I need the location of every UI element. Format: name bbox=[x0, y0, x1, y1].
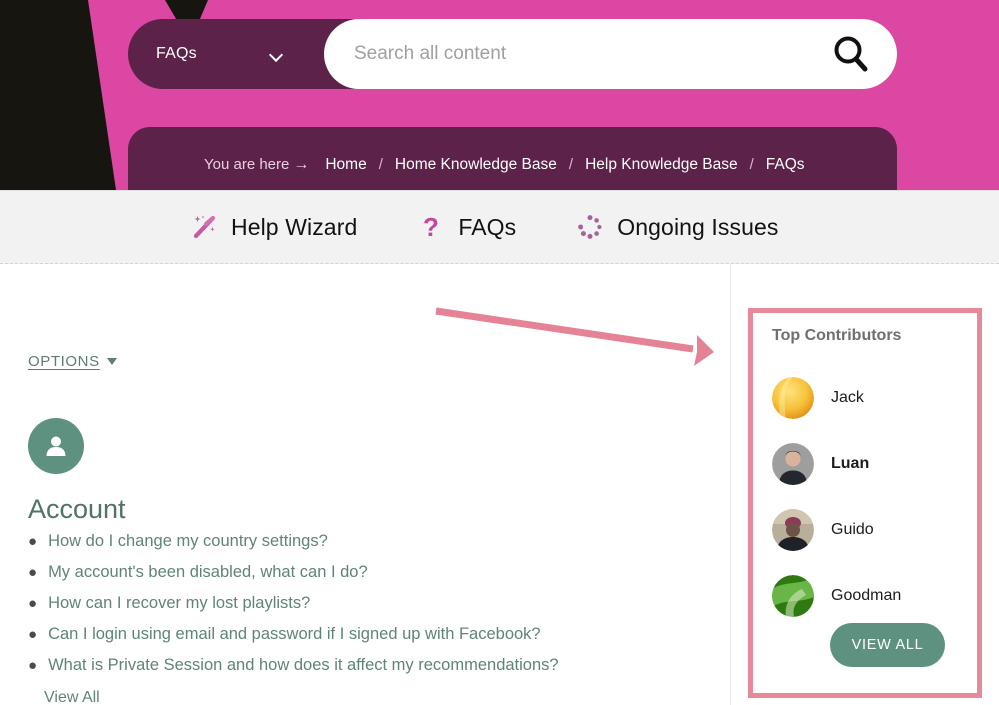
bullet-icon: ● bbox=[28, 626, 38, 643]
breadcrumb-separator: / bbox=[568, 156, 574, 173]
tab-faqs[interactable]: ? FAQs bbox=[417, 213, 516, 241]
top-contributors-panel: Top Contributors Jack Luan Guido Goodman… bbox=[748, 308, 982, 698]
tab-label: Help Wizard bbox=[231, 213, 358, 240]
account-category-icon bbox=[28, 418, 84, 474]
options-dropdown[interactable]: OPTIONS bbox=[28, 353, 117, 370]
faq-link: What is Private Session and how does it … bbox=[48, 656, 559, 674]
contributor-name: Luan bbox=[831, 455, 870, 472]
breadcrumb-arrow-icon: → bbox=[293, 155, 310, 173]
contributor-name: Jack bbox=[831, 389, 864, 406]
tab-ongoing-issues[interactable]: Ongoing Issues bbox=[576, 213, 778, 241]
dotted-spinner-icon bbox=[578, 215, 602, 239]
breadcrumb-item-faqs[interactable]: FAQs bbox=[766, 156, 805, 174]
list-item[interactable]: Goodman bbox=[772, 563, 968, 629]
options-label: OPTIONS bbox=[28, 353, 100, 370]
search-scope-label: FAQs bbox=[156, 45, 197, 62]
breadcrumb-prefix: You are here bbox=[204, 156, 290, 173]
section-tab-bar: Help Wizard ? FAQs Ongoing Issues bbox=[0, 190, 999, 264]
magic-wand-icon bbox=[193, 215, 216, 239]
view-all-contributors-button[interactable]: VIEW ALL bbox=[830, 623, 945, 667]
contributor-name: Goodman bbox=[831, 587, 902, 604]
site-header: FAQs You are here → Home / Home Knowledg… bbox=[0, 0, 999, 190]
search-input[interactable] bbox=[354, 43, 829, 65]
search-bar: FAQs bbox=[128, 19, 897, 89]
tab-label: Ongoing Issues bbox=[617, 213, 779, 240]
bullet-icon: ● bbox=[28, 595, 38, 612]
page-root: FAQs You are here → Home / Home Knowledg… bbox=[0, 0, 999, 705]
tab-label: FAQs bbox=[458, 213, 517, 240]
chevron-down-icon bbox=[270, 50, 284, 59]
account-person-icon bbox=[46, 436, 66, 456]
contributor-list: Jack Luan Guido Goodman bbox=[772, 365, 968, 629]
question-mark-icon: ? bbox=[423, 213, 439, 241]
faq-link: How do I change my country settings? bbox=[48, 532, 328, 550]
breadcrumb-item-home[interactable]: Home bbox=[325, 156, 366, 174]
bullet-icon: ● bbox=[28, 533, 38, 550]
svg-text:?: ? bbox=[423, 213, 439, 241]
contributor-name: Guido bbox=[831, 521, 874, 538]
list-item[interactable]: ● Can I login using email and password i… bbox=[28, 625, 688, 644]
view-all-faqs-link[interactable]: View All bbox=[44, 689, 100, 705]
breadcrumb: You are here → Home / Home Knowledge Bas… bbox=[128, 127, 897, 190]
avatar bbox=[772, 575, 814, 617]
top-contributors-title: Top Contributors bbox=[772, 327, 902, 344]
main-content: OPTIONS Account ● How do I change my cou… bbox=[0, 264, 731, 705]
search-scope-dropdown[interactable]: FAQs bbox=[128, 19, 324, 89]
breadcrumb-separator: / bbox=[749, 156, 754, 173]
avatar bbox=[772, 443, 814, 485]
list-item[interactable]: Jack bbox=[772, 365, 968, 431]
list-item[interactable]: Guido bbox=[772, 497, 968, 563]
list-item[interactable]: ● How do I change my country settings? bbox=[28, 532, 688, 551]
faq-link: Can I login using email and password if … bbox=[48, 625, 541, 643]
bullet-icon: ● bbox=[28, 564, 38, 581]
breadcrumb-item-home-knowledge-base[interactable]: Home Knowledge Base bbox=[395, 156, 557, 174]
avatar bbox=[772, 509, 814, 551]
avatar bbox=[772, 377, 814, 419]
caret-down-icon bbox=[106, 358, 117, 365]
bullet-icon: ● bbox=[28, 657, 38, 674]
search-icon[interactable] bbox=[829, 32, 873, 76]
faq-link: How can I recover my lost playlists? bbox=[48, 594, 311, 612]
faq-link: My account's been disabled, what can I d… bbox=[48, 563, 368, 581]
page-title: Account bbox=[28, 494, 126, 524]
search-field-wrapper bbox=[324, 19, 897, 89]
list-item[interactable]: ● What is Private Session and how does i… bbox=[28, 656, 688, 675]
tab-help-wizard[interactable]: Help Wizard bbox=[190, 213, 357, 241]
list-item[interactable]: ● My account's been disabled, what can I… bbox=[28, 563, 688, 582]
breadcrumb-item-help-knowledge-base[interactable]: Help Knowledge Base bbox=[585, 156, 738, 174]
faq-list: ● How do I change my country settings? ●… bbox=[28, 532, 688, 705]
list-item[interactable]: Luan bbox=[772, 431, 968, 497]
breadcrumb-separator: / bbox=[378, 156, 383, 173]
list-item[interactable]: ● How can I recover my lost playlists? bbox=[28, 594, 688, 613]
